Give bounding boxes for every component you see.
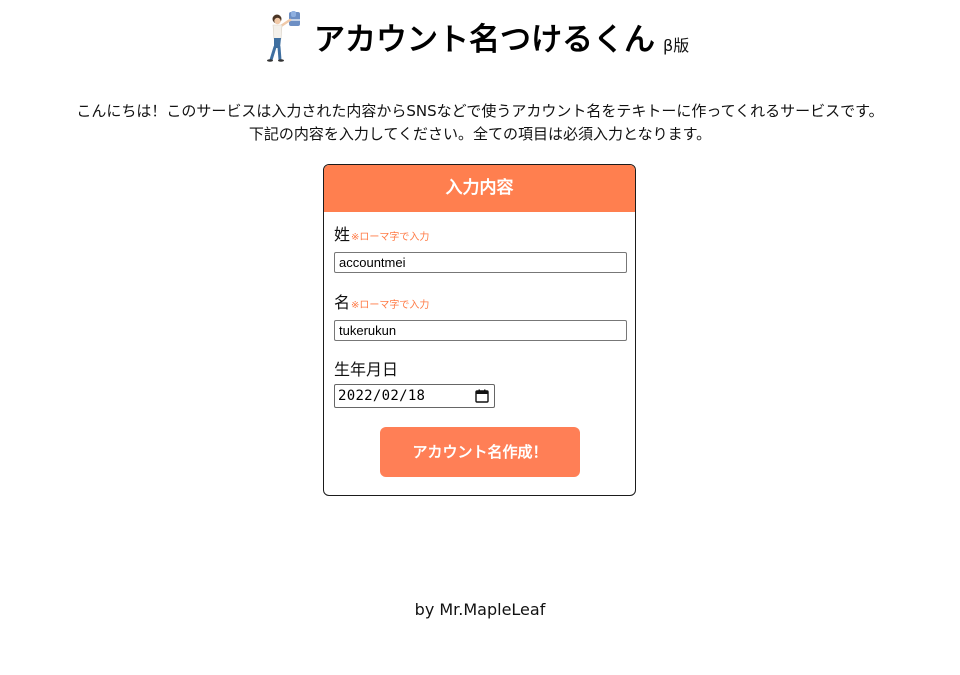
beta-label: β版 (663, 36, 690, 55)
intro-line-1: こんにちは！このサービスは入力された内容からSNSなどで使うアカウント名をテキト… (76, 102, 884, 120)
first-name-input[interactable] (334, 320, 627, 341)
form-heading: 入力内容 (324, 165, 635, 212)
first-name-field-group: 名※ローマ字で入力 (334, 293, 627, 341)
last-name-input[interactable] (334, 252, 627, 273)
title-group: アカウント名つけるくん β版 (314, 20, 689, 60)
birthday-label: 生年月日 (334, 360, 399, 379)
birthday-field-group: 生年月日 2022/02/18 (334, 360, 495, 408)
footer-credit: by Mr.MapleLeaf (414, 600, 546, 619)
last-name-label: 姓 (334, 225, 351, 244)
page: アカウント名つけるくん β版 こんにちは！このサービスは入力された内容からSNS… (0, 0, 960, 675)
calendar-icon[interactable] (475, 389, 489, 403)
first-name-note: ※ローマ字で入力 (351, 300, 430, 311)
create-account-name-button[interactable]: アカウント名作成！ (380, 427, 580, 477)
header: アカウント名つけるくん β版 (0, 8, 960, 70)
last-name-note: ※ローマ字で入力 (351, 232, 430, 243)
intro-line-2: 下記の内容を入力してください。全ての項目は必須入力となります。 (248, 125, 712, 143)
last-name-field-group: 姓※ローマ字で入力 (334, 225, 627, 273)
last-name-label-row: 姓※ローマ字で入力 (334, 225, 627, 248)
app-title: アカウント名つけるくん (314, 22, 655, 58)
intro-text: こんにちは！このサービスは入力された内容からSNSなどで使うアカウント名をテキト… (0, 100, 960, 146)
birthday-value: 2022/02/18 (338, 388, 426, 404)
person-thumbs-up-icon (267, 11, 300, 62)
first-name-label-row: 名※ローマ字で入力 (334, 293, 627, 316)
birthday-date-input[interactable]: 2022/02/18 (334, 384, 495, 408)
first-name-label: 名 (334, 293, 351, 312)
input-form-card: 入力内容 姓※ローマ字で入力 名※ローマ字で入力 生年月日 2022/02/18 (323, 164, 636, 496)
